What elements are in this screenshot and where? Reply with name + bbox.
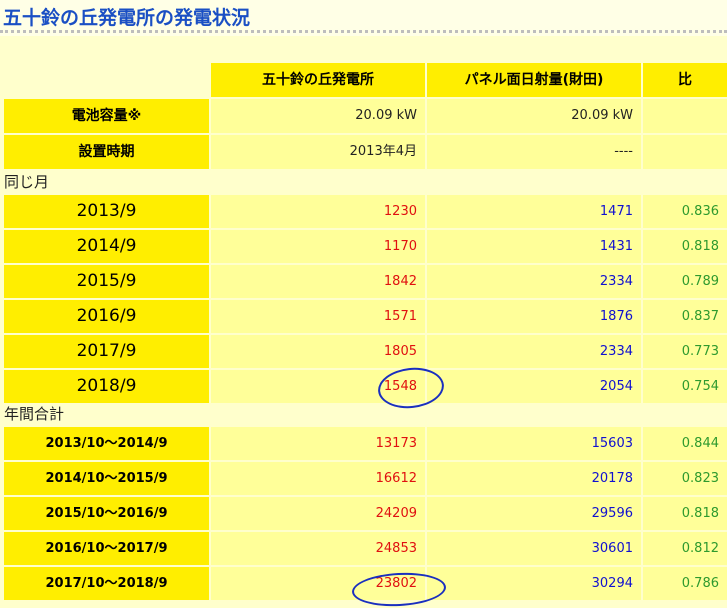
ratio-value: 0.844 <box>643 427 727 460</box>
spec-plant-value: 2013年4月 <box>211 135 425 169</box>
panel-value: 29596 <box>427 497 641 530</box>
panel-value: 30601 <box>427 532 641 565</box>
ratio-value: 0.836 <box>643 195 727 228</box>
panel-value: 1471 <box>427 195 641 228</box>
plant-value: 13173 <box>211 427 425 460</box>
ratio-value: 0.818 <box>643 497 727 530</box>
row-label: 2017/9 <box>4 335 209 368</box>
section-heading-annual: 年間合計 <box>0 403 727 425</box>
header-plant: 五十鈴の丘発電所 <box>211 63 425 97</box>
panel-value: 1431 <box>427 230 641 263</box>
plant-value: 1230 <box>211 195 425 228</box>
row-label: 2017/10〜2018/9 <box>4 567 209 600</box>
plant-value: 1805 <box>211 335 425 368</box>
header-panel: パネル面日射量(財田) <box>427 63 641 97</box>
title-divider <box>0 30 727 33</box>
table-row: 2016/10〜2017/9 24853 30601 0.812 <box>0 532 727 565</box>
spec-label: 電池容量※ <box>4 99 209 133</box>
plant-value: 16612 <box>211 462 425 495</box>
panel-value: 2334 <box>427 265 641 298</box>
plant-value: 24853 <box>211 532 425 565</box>
spec-panel-value: ---- <box>427 135 641 169</box>
spec-row: 設置時期 2013年4月 ---- <box>0 135 727 169</box>
panel-value: 30294 <box>427 567 641 600</box>
header-ratio: 比 <box>643 63 727 97</box>
plant-value: 1842 <box>211 265 425 298</box>
spec-panel-value: 20.09 kW <box>427 99 641 133</box>
row-label: 2018/9 <box>4 370 209 403</box>
table-row: 2014/9 1170 1431 0.818 <box>0 230 727 263</box>
ratio-value: 0.818 <box>643 230 727 263</box>
section-heading-same-month: 同じ月 <box>0 171 727 193</box>
ratio-value: 0.773 <box>643 335 727 368</box>
table-row: 2015/9 1842 2334 0.789 <box>0 265 727 298</box>
spec-ratio-value <box>643 99 727 133</box>
ratio-value: 0.837 <box>643 300 727 333</box>
spec-row: 電池容量※ 20.09 kW 20.09 kW <box>0 99 727 133</box>
plant-value: 1571 <box>211 300 425 333</box>
ratio-value: 0.823 <box>643 462 727 495</box>
table-row: 2014/10〜2015/9 16612 20178 0.823 <box>0 462 727 495</box>
ratio-value: 0.789 <box>643 265 727 298</box>
ratio-value: 0.786 <box>643 567 727 600</box>
table-row: 2017/9 1805 2334 0.773 <box>0 335 727 368</box>
row-label: 2015/9 <box>4 265 209 298</box>
panel-value: 1876 <box>427 300 641 333</box>
panel-value: 2334 <box>427 335 641 368</box>
row-label: 2016/9 <box>4 300 209 333</box>
panel-value: 20178 <box>427 462 641 495</box>
row-label: 2014/10〜2015/9 <box>4 462 209 495</box>
panel-value: 15603 <box>427 427 641 460</box>
table-row: 2016/9 1571 1876 0.837 <box>0 300 727 333</box>
table-row: 2018/9 1548 2054 0.754 <box>0 370 727 403</box>
header-corner <box>0 63 209 97</box>
row-label: 2014/9 <box>4 230 209 263</box>
table-row: 2013/10〜2014/9 13173 15603 0.844 <box>0 427 727 460</box>
ratio-value: 0.812 <box>643 532 727 565</box>
ratio-value: 0.754 <box>643 370 727 403</box>
plant-value: 1170 <box>211 230 425 263</box>
row-label: 2015/10〜2016/9 <box>4 497 209 530</box>
spec-label: 設置時期 <box>4 135 209 169</box>
spec-ratio-value <box>643 135 727 169</box>
row-label: 2013/9 <box>4 195 209 228</box>
plant-value: 24209 <box>211 497 425 530</box>
panel-value: 2054 <box>427 370 641 403</box>
row-label: 2013/10〜2014/9 <box>4 427 209 460</box>
table-row: 2015/10〜2016/9 24209 29596 0.818 <box>0 497 727 530</box>
table-header-row: 五十鈴の丘発電所 パネル面日射量(財田) 比 <box>0 63 727 97</box>
spec-plant-value: 20.09 kW <box>211 99 425 133</box>
row-label: 2016/10〜2017/9 <box>4 532 209 565</box>
table-row: 2013/9 1230 1471 0.836 <box>0 195 727 228</box>
